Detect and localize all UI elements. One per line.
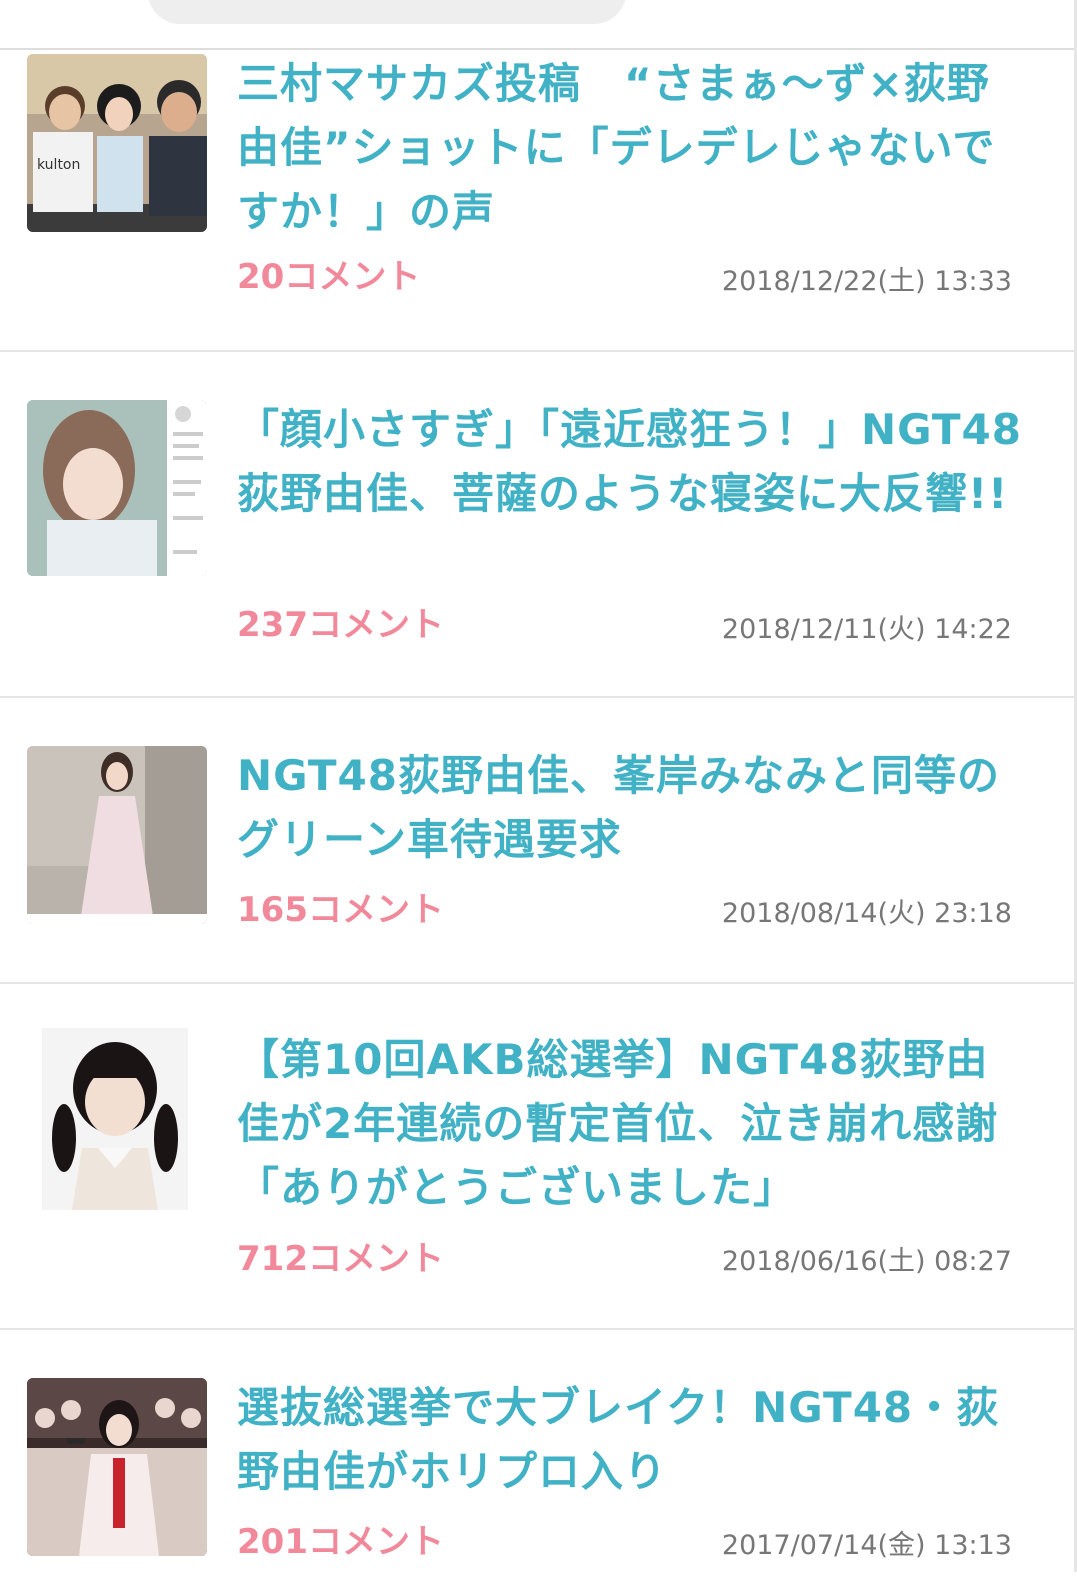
comment-count: 165コメント (237, 890, 444, 930)
article-thumbnail[interactable] (42, 1028, 188, 1210)
comment-count: 20コメント (237, 257, 421, 297)
comment-count: 201コメント (237, 1522, 444, 1562)
article-title[interactable]: 「顔小さすぎ」「遠近感狂う！」NGT48荻野由佳、菩薩のような寝姿に大反響!! (237, 398, 1027, 526)
article-item[interactable]: 選抜総選挙で大ブレイク！NGT48・荻野由佳がホリプロ入り 201コメント 20… (0, 1330, 1074, 1590)
article-thumbnail[interactable] (27, 1378, 207, 1556)
article-item[interactable]: kulton 三村マサカズ投稿 “さまぁ〜ず×荻野由佳”ショットに「デレデレじゃ… (0, 52, 1074, 352)
svg-text:kulton: kulton (37, 157, 80, 173)
article-title[interactable]: NGT48荻野由佳、峯岸みなみと同等のグリーン車待遇要求 (237, 744, 1027, 872)
search-bar[interactable] (148, 0, 626, 24)
post-date: 2018/12/11(火) 14:22 (721, 614, 1012, 645)
article-thumbnail[interactable] (27, 400, 207, 576)
article-item[interactable]: 「顔小さすぎ」「遠近感狂う！」NGT48荻野由佳、菩薩のような寝姿に大反響!! … (0, 352, 1074, 698)
comment-count: 237コメント (237, 605, 444, 645)
article-title[interactable]: 【第10回AKB総選挙】NGT48荻野由佳が2年連続の暫定首位、泣き崩れ感謝「あ… (237, 1028, 1027, 1220)
article-thumbnail[interactable]: kulton (27, 54, 207, 232)
article-item[interactable]: NGT48荻野由佳、峯岸みなみと同等のグリーン車待遇要求 165コメント 201… (0, 698, 1074, 984)
article-thumbnail[interactable] (27, 746, 207, 924)
post-date: 2017/07/14(金) 13:13 (721, 1530, 1012, 1561)
top-bar (0, 0, 1077, 50)
comment-count: 712コメント (237, 1239, 444, 1279)
post-date: 2018/12/22(土) 13:33 (721, 266, 1012, 297)
article-title[interactable]: 三村マサカズ投稿 “さまぁ〜ず×荻野由佳”ショットに「デレデレじゃないですか！」… (237, 52, 1027, 244)
article-item[interactable]: 【第10回AKB総選挙】NGT48荻野由佳が2年連続の暫定首位、泣き崩れ感謝「あ… (0, 984, 1074, 1330)
post-date: 2018/08/14(火) 23:18 (721, 898, 1012, 929)
article-title[interactable]: 選抜総選挙で大ブレイク！NGT48・荻野由佳がホリプロ入り (237, 1376, 1027, 1504)
post-date: 2018/06/16(土) 08:27 (721, 1246, 1012, 1277)
